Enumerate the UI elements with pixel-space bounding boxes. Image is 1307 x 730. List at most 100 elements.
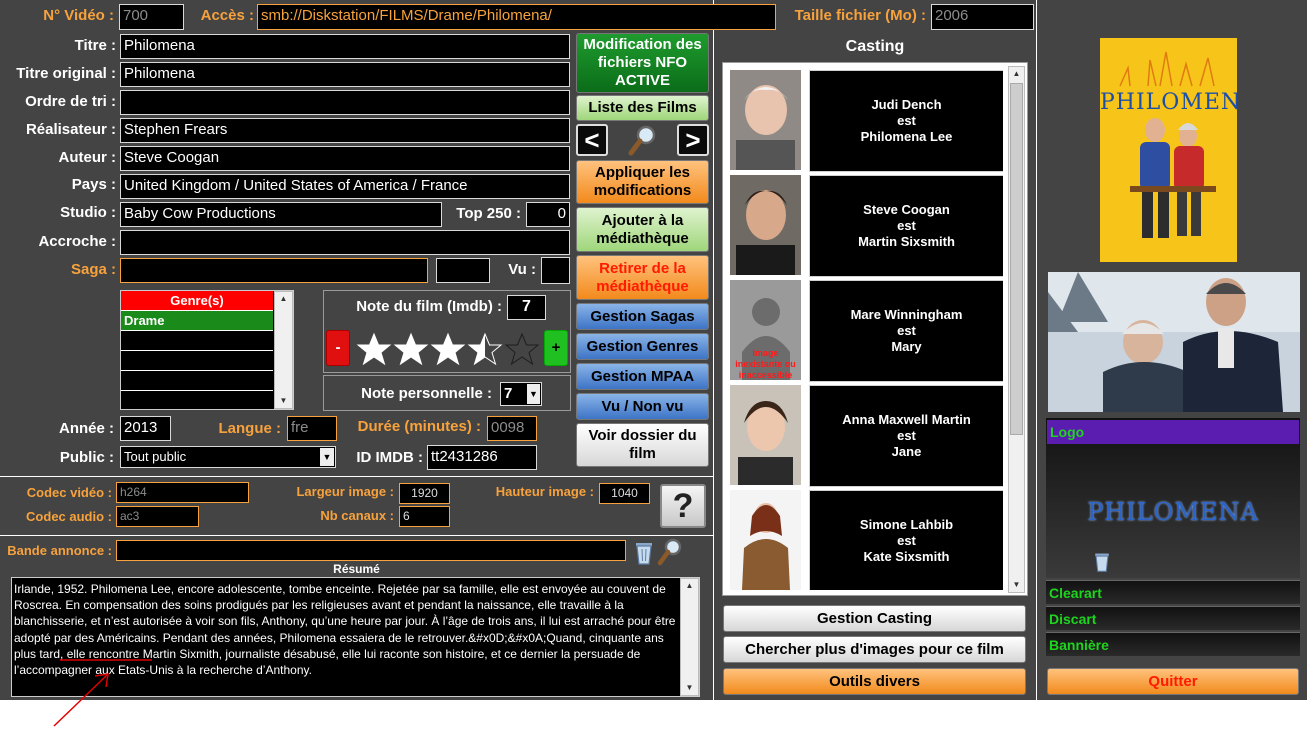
scroll-down-icon[interactable]: ▼ [275,394,292,408]
next-film-button[interactable]: > [677,124,709,156]
ordre-tri-field[interactable] [120,90,570,115]
annee-field[interactable]: 2013 [120,416,171,441]
scroll-down-icon[interactable]: ▼ [681,681,698,695]
apply-changes-button[interactable]: Appliquer les modifications [576,160,709,204]
hauteur-field[interactable]: 1040 [599,483,650,504]
perso-rating-select[interactable]: 7 ▼ [500,382,542,406]
manage-casting-button[interactable]: Gestion Casting [723,605,1026,632]
rating-minus-button[interactable]: - [326,330,350,366]
casting-scrollbar[interactable]: ▲ ▼ [1008,66,1025,593]
cast-item[interactable]: Image inexistante ou inaccessible Mare W… [730,280,1003,382]
saga-label: Saga : [70,261,116,278]
titre-label: Titre : [74,37,116,54]
chevron-down-icon[interactable]: ▼ [320,448,334,466]
imdb-id-field[interactable]: tt2431286 [427,445,537,470]
resume-text[interactable]: Irlande, 1952. Philomena Lee, encore ado… [14,581,682,695]
actor-name: Judi Dench [871,97,942,112]
genre-list[interactable]: Genre(s) Drame ▲ ▼ [120,290,294,410]
cast-item[interactable]: Steve Coogan est Martin Sixsmith [730,175,1003,277]
genre-item[interactable] [121,371,273,391]
cast-item[interactable]: Anna Maxwell Martin est Jane [730,385,1003,487]
genre-item[interactable] [121,331,273,351]
vu-label: Vu : [508,261,536,278]
pays-field[interactable]: United Kingdom / United States of Americ… [120,174,570,199]
seen-toggle-button[interactable]: Vu / Non vu [576,393,709,420]
titre-field[interactable]: Philomena [120,34,570,59]
cast-item[interactable]: Judi Dench est Philomena Lee [730,70,1003,172]
accroche-label: Accroche : [38,233,116,250]
logo-image[interactable]: PHILOMENA [1047,498,1299,526]
saga-field[interactable] [120,258,428,283]
tools-button[interactable]: Outils divers [723,668,1026,695]
add-to-library-button[interactable]: Ajouter à la médiathèque [576,207,709,252]
nb-canaux-field[interactable]: 6 [399,506,450,527]
discart-label[interactable]: Discart [1046,606,1300,630]
star-icon[interactable] [356,332,392,366]
duree-field[interactable]: 0098 [487,416,537,441]
vu-field[interactable] [541,257,570,284]
manage-mpaa-button[interactable]: Gestion MPAA [576,363,709,390]
studio-field[interactable]: Baby Cow Productions [120,202,442,227]
help-button[interactable]: ? [660,484,706,528]
acces-field[interactable]: smb://Diskstation/FILMS/Drame/Philomena/ [257,4,776,30]
film-list-button[interactable]: Liste des Films [576,95,709,121]
manage-sagas-button[interactable]: Gestion Sagas [576,303,709,330]
quit-button[interactable]: Quitter [1047,668,1299,695]
top250-field[interactable]: 0 [526,202,570,227]
banner-label[interactable]: Bannière [1046,632,1300,656]
auteur-field[interactable]: Steve Coogan [120,146,570,171]
manage-genres-button[interactable]: Gestion Genres [576,333,709,360]
codec-video-field[interactable]: h264 [116,482,249,503]
role-word: est [897,323,916,338]
fanart-image[interactable] [1048,272,1300,412]
cast-item[interactable]: Simone Lahbib est Kate Sixsmith [730,490,1003,590]
public-value: Tout public [124,449,187,464]
genre-item-selected[interactable]: Drame [121,311,273,331]
rating-stars[interactable] [356,331,542,367]
trailer-field[interactable] [116,540,626,561]
actor-photo [730,490,801,590]
chevron-down-icon[interactable]: ▼ [527,384,540,404]
resume-scrollbar[interactable]: ▲ ▼ [680,578,699,696]
taille-field[interactable]: 2006 [931,4,1034,30]
accroche-field[interactable] [120,230,570,255]
public-select[interactable]: Tout public ▼ [120,446,336,468]
find-images-button[interactable]: Chercher plus d'images pour ce film [723,636,1026,663]
genre-scrollbar[interactable]: ▲ ▼ [274,291,293,409]
largeur-field[interactable]: 1920 [399,483,450,504]
trash-icon[interactable] [1093,551,1111,573]
star-icon[interactable] [467,332,503,366]
previous-film-button[interactable]: < [576,124,608,156]
star-icon[interactable] [430,332,466,366]
search-icon[interactable] [626,122,660,158]
scroll-up-icon[interactable]: ▲ [681,579,698,593]
remove-from-library-button[interactable]: Retirer de la médiathèque [576,255,709,300]
casting-list[interactable]: Judi Dench est Philomena Lee Steve Cooga… [722,62,1028,596]
realisateur-field[interactable]: Stephen Frears [120,118,570,143]
largeur-label: Largeur image : [296,484,394,499]
genre-item[interactable] [121,351,273,371]
open-folder-button[interactable]: Voir dossier du film [576,423,709,467]
genre-item[interactable] [121,391,273,411]
codec-audio-field[interactable]: ac3 [116,506,199,527]
character-name: Kate Sixsmith [863,549,950,564]
clearart-label[interactable]: Clearart [1046,580,1300,604]
no-video-field[interactable]: 700 [119,4,184,30]
scroll-down-icon[interactable]: ▼ [1009,578,1024,592]
perso-rating-label: Note personnelle : [361,385,492,402]
star-icon[interactable] [393,332,429,366]
langue-field[interactable]: fre [287,416,337,441]
no-video-label: N° Vidéo : [43,7,114,24]
titre-original-field[interactable]: Philomena [120,62,570,87]
saga-number-field[interactable] [436,258,490,283]
star-icon[interactable] [504,332,540,366]
scroll-up-icon[interactable]: ▲ [1009,67,1024,81]
poster-image[interactable]: PHILOMENA [1100,38,1237,262]
trailer-label: Bande annonce : [7,543,112,558]
nfo-modification-button[interactable]: Modification des fichiers NFO ACTIVE [576,33,709,93]
scrollbar-thumb[interactable] [1010,83,1023,435]
resume-box[interactable]: Irlande, 1952. Philomena Lee, encore ado… [11,577,700,697]
scroll-up-icon[interactable]: ▲ [275,292,292,306]
imdb-rating-field[interactable]: 7 [507,295,546,320]
rating-plus-button[interactable]: + [544,330,568,366]
